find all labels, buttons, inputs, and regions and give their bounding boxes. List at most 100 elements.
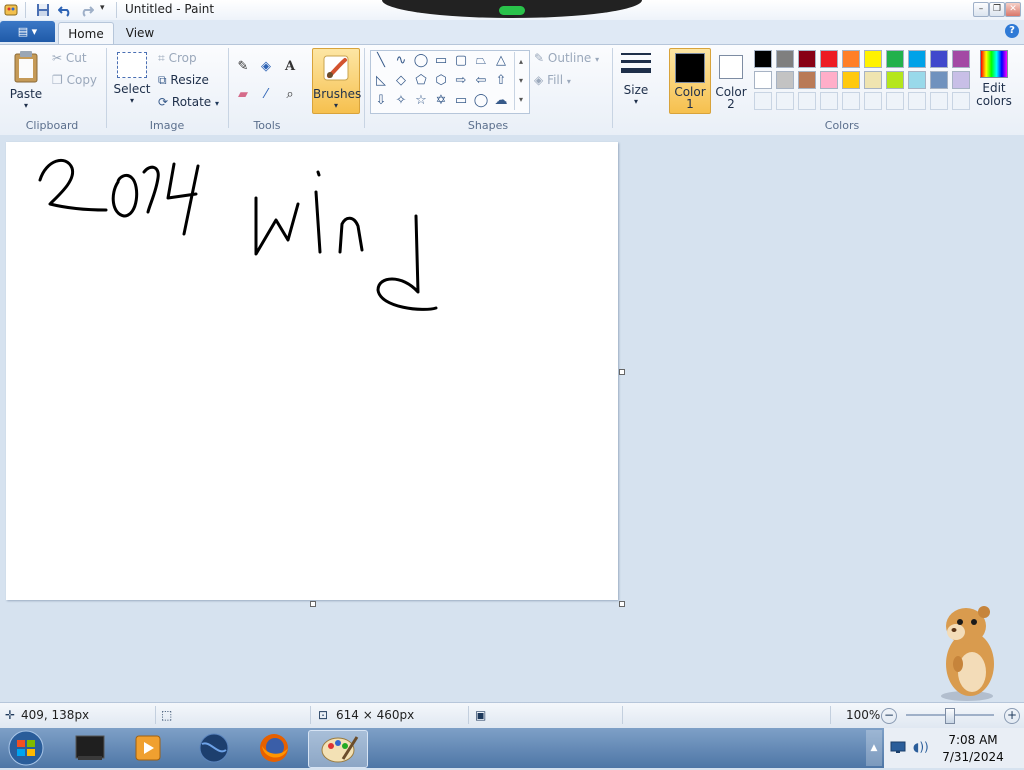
- rounded-callout-shape-icon[interactable]: ▭: [452, 92, 470, 110]
- network-icon[interactable]: [890, 740, 906, 754]
- color-swatch[interactable]: [842, 50, 860, 68]
- edit-colors-button[interactable]: Edit colors: [976, 50, 1012, 112]
- color-swatch[interactable]: [842, 71, 860, 89]
- color-swatch[interactable]: [952, 50, 970, 68]
- copy-button[interactable]: ❐ Copy: [52, 73, 97, 87]
- color-swatch[interactable]: [864, 71, 882, 89]
- diamond-shape-icon[interactable]: ◇: [392, 72, 410, 90]
- color-swatch[interactable]: [754, 71, 772, 89]
- fill-button[interactable]: ◈ Fill ▾: [534, 73, 571, 87]
- save-icon[interactable]: [36, 3, 50, 17]
- custom-color-slot[interactable]: [864, 92, 882, 110]
- zoom-slider-thumb[interactable]: [945, 708, 955, 724]
- drawing-canvas[interactable]: [6, 142, 618, 600]
- color-swatch[interactable]: [798, 71, 816, 89]
- text-tool-icon[interactable]: A: [280, 57, 300, 77]
- eraser-icon[interactable]: ▰: [233, 85, 253, 105]
- custom-color-slot[interactable]: [776, 92, 794, 110]
- color-swatch[interactable]: [864, 50, 882, 68]
- zoom-in-button[interactable]: +: [1004, 708, 1020, 724]
- rotate-button[interactable]: ⟳ Rotate ▾: [158, 95, 219, 109]
- color-swatch[interactable]: [798, 50, 816, 68]
- color-swatch[interactable]: [776, 50, 794, 68]
- restore-button[interactable]: ❐: [989, 2, 1005, 17]
- color-swatch[interactable]: [886, 71, 904, 89]
- up-arrow-shape-icon[interactable]: ⇧: [492, 72, 510, 90]
- show-hidden-icons-button[interactable]: ▲: [866, 730, 882, 766]
- minimize-button[interactable]: –: [973, 2, 989, 17]
- taskbar-app-browser[interactable]: [188, 730, 240, 766]
- color-swatch[interactable]: [930, 50, 948, 68]
- custom-color-slot[interactable]: [886, 92, 904, 110]
- triangle-shape-icon[interactable]: △: [492, 52, 510, 70]
- taskbar-app-paint[interactable]: [308, 730, 368, 768]
- redo-icon[interactable]: [80, 3, 95, 17]
- taskbar-app-terminal[interactable]: [64, 730, 116, 766]
- color-swatch[interactable]: [820, 50, 838, 68]
- oval-shape-icon[interactable]: ◯: [412, 52, 430, 70]
- right-triangle-shape-icon[interactable]: ◺: [372, 72, 390, 90]
- six-point-star-shape-icon[interactable]: ✡: [432, 92, 450, 110]
- cut-button[interactable]: ✂ Cut: [52, 51, 87, 65]
- resize-handle-right[interactable]: [619, 369, 625, 375]
- color-swatch[interactable]: [930, 71, 948, 89]
- custom-color-slot[interactable]: [754, 92, 772, 110]
- right-arrow-shape-icon[interactable]: ⇨: [452, 72, 470, 90]
- rectangle-shape-icon[interactable]: ▭: [432, 52, 450, 70]
- custom-color-slot[interactable]: [842, 92, 860, 110]
- hexagon-shape-icon[interactable]: ⬡: [432, 72, 450, 90]
- line-shape-icon[interactable]: ╲: [372, 52, 390, 70]
- outline-button[interactable]: ✎ Outline ▾: [534, 51, 599, 65]
- taskbar-app-firefox[interactable]: [248, 730, 300, 766]
- color-swatch[interactable]: [886, 50, 904, 68]
- fill-bucket-icon[interactable]: ◈: [256, 57, 276, 77]
- pentagon-shape-icon[interactable]: ⬠: [412, 72, 430, 90]
- custom-color-slot[interactable]: [908, 92, 926, 110]
- curve-shape-icon[interactable]: ∿: [392, 52, 410, 70]
- custom-color-slot[interactable]: [952, 92, 970, 110]
- paint-menu-button[interactable]: ▤ ▾: [0, 21, 55, 42]
- crop-button[interactable]: ⌗ Crop: [158, 51, 197, 66]
- brushes-button[interactable]: Brushes ▾: [312, 48, 361, 114]
- five-point-star-shape-icon[interactable]: ☆: [412, 92, 430, 110]
- volume-icon[interactable]: ◖)): [913, 740, 929, 754]
- custom-color-slot[interactable]: [930, 92, 948, 110]
- color-swatch[interactable]: [776, 71, 794, 89]
- zoom-out-button[interactable]: −: [881, 708, 897, 724]
- pencil-icon[interactable]: ✎: [233, 57, 253, 77]
- start-button[interactable]: [6, 729, 46, 767]
- shapes-scroll[interactable]: ▴ ▾ ▾: [514, 52, 527, 110]
- color-swatch[interactable]: [952, 71, 970, 89]
- taskbar-app-media[interactable]: [122, 730, 174, 766]
- color-swatch[interactable]: [908, 50, 926, 68]
- color-picker-icon[interactable]: ⁄: [256, 85, 276, 105]
- paint-app-icon[interactable]: [4, 3, 18, 17]
- resize-button[interactable]: ⧉ Resize: [158, 73, 209, 88]
- rounded-rectangle-shape-icon[interactable]: ▢: [452, 52, 470, 70]
- left-arrow-shape-icon[interactable]: ⇦: [472, 72, 490, 90]
- tab-view[interactable]: View: [116, 22, 164, 44]
- help-icon[interactable]: ?: [1005, 24, 1019, 38]
- custom-color-slot[interactable]: [820, 92, 838, 110]
- oval-callout-shape-icon[interactable]: ◯: [472, 92, 490, 110]
- down-arrow-shape-icon[interactable]: ⇩: [372, 92, 390, 110]
- resize-handle-corner[interactable]: [619, 601, 625, 607]
- polygon-shape-icon[interactable]: ⏢: [472, 52, 490, 70]
- close-button[interactable]: ✕: [1005, 2, 1021, 17]
- four-point-star-shape-icon[interactable]: ✧: [392, 92, 410, 110]
- custom-color-slot[interactable]: [798, 92, 816, 110]
- size-button[interactable]: Size ▾: [617, 50, 655, 112]
- select-button[interactable]: Select ▾: [112, 52, 152, 112]
- color1-button[interactable]: Color 1: [669, 48, 711, 114]
- color-swatch[interactable]: [908, 71, 926, 89]
- magnifier-icon[interactable]: ⌕: [280, 85, 300, 105]
- color-swatch[interactable]: [754, 50, 772, 68]
- tab-home[interactable]: Home: [58, 22, 114, 45]
- undo-icon[interactable]: [57, 3, 72, 17]
- cloud-callout-shape-icon[interactable]: ☁: [492, 92, 510, 110]
- paste-button[interactable]: Paste ▾: [6, 50, 46, 112]
- color2-button[interactable]: Color 2: [712, 49, 750, 113]
- resize-handle-bottom[interactable]: [310, 601, 316, 607]
- customize-qat-chevron-icon[interactable]: ▾: [100, 3, 114, 17]
- color-swatch[interactable]: [820, 71, 838, 89]
